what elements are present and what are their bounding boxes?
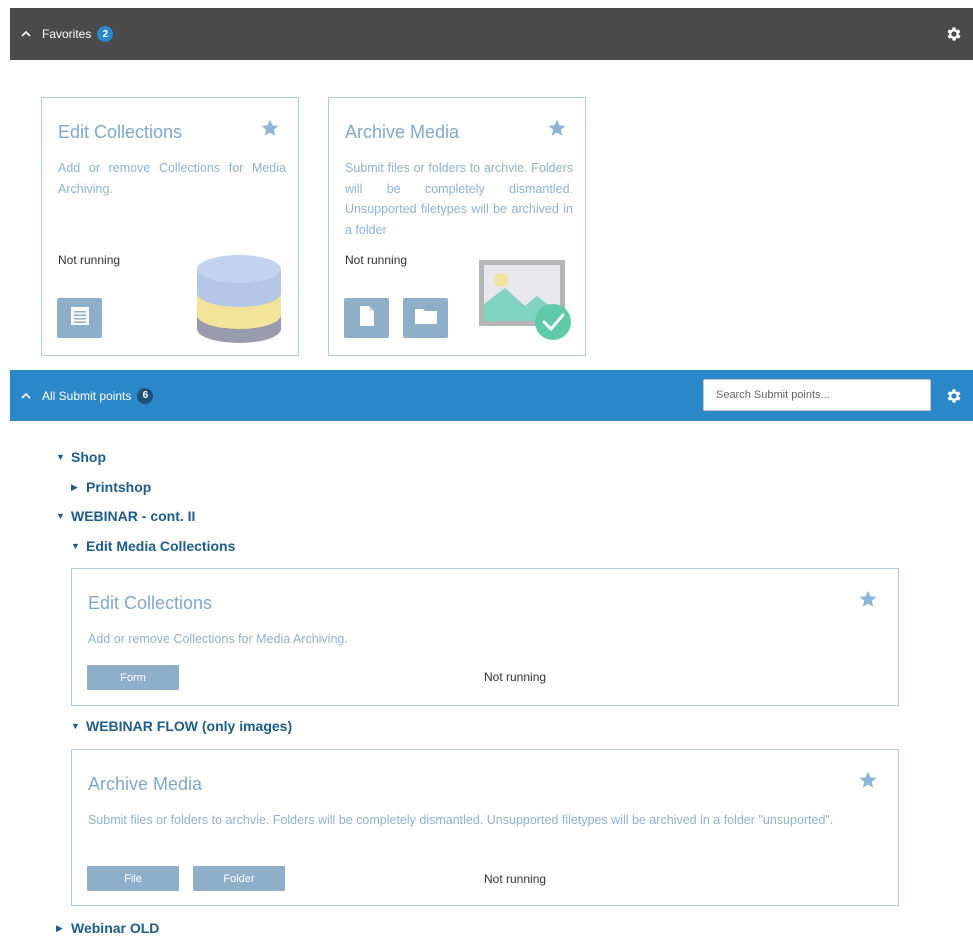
card-status: Not running bbox=[484, 670, 547, 684]
tree-node-label: WEBINAR - cont. II bbox=[71, 508, 196, 524]
gear-icon[interactable] bbox=[945, 25, 963, 43]
submit-point-card-archive-media[interactable]: Archive Media Submit files or folders to… bbox=[71, 749, 899, 906]
folder-button[interactable]: Folder bbox=[193, 866, 285, 891]
tree-node-label: WEBINAR FLOW (only images) bbox=[86, 718, 293, 734]
caret-down-icon: ▼ bbox=[71, 541, 80, 551]
favorite-card-edit-collections[interactable]: Edit Collections Add or remove Collectio… bbox=[41, 97, 299, 356]
card-title: Archive Media bbox=[345, 122, 460, 142]
tree-node-label: Webinar OLD bbox=[71, 920, 160, 936]
image-check-illustration bbox=[477, 258, 575, 347]
favorites-header[interactable]: Favorites 2 bbox=[10, 8, 973, 60]
tree-node-label: Printshop bbox=[86, 479, 152, 495]
database-illustration bbox=[195, 253, 283, 350]
all-submit-points-title: All Submit points bbox=[42, 388, 132, 403]
card-description: Add or remove Collections for Media Arch… bbox=[58, 161, 286, 196]
search-submit-points-input[interactable] bbox=[703, 379, 931, 411]
folder-button[interactable] bbox=[403, 298, 448, 338]
card-description: Add or remove Collections for Media Arch… bbox=[88, 632, 348, 646]
card-description: Submit files or folders to archvie. Fold… bbox=[88, 813, 834, 827]
caret-right-icon: ▶ bbox=[56, 922, 63, 933]
submit-points-count-badge: 6 bbox=[137, 387, 154, 404]
star-icon[interactable] bbox=[547, 118, 567, 138]
star-icon[interactable] bbox=[858, 770, 878, 790]
submit-point-card-edit-collections[interactable]: Edit Collections Add or remove Collectio… bbox=[71, 568, 899, 706]
caret-down-icon: ▼ bbox=[56, 511, 65, 521]
tree-node-label: Edit Media Collections bbox=[86, 538, 236, 554]
form-icon bbox=[69, 305, 91, 332]
tree-node-printshop[interactable]: ▶ Printshop bbox=[71, 479, 151, 495]
card-title: Archive Media bbox=[88, 774, 203, 794]
tree-node-shop[interactable]: ▼ Shop bbox=[56, 449, 106, 465]
tree-node-edit-media-collections[interactable]: ▼ Edit Media Collections bbox=[71, 538, 235, 554]
card-status: Not running bbox=[484, 872, 547, 886]
card-status: Not running bbox=[345, 253, 408, 267]
tree-node-webinar-flow[interactable]: ▼ WEBINAR FLOW (only images) bbox=[71, 718, 292, 734]
card-status: Not running bbox=[58, 253, 121, 267]
star-icon[interactable] bbox=[260, 118, 280, 138]
caret-right-icon: ▶ bbox=[71, 481, 78, 492]
favorite-card-archive-media[interactable]: Archive Media Submit files or folders to… bbox=[328, 97, 586, 356]
folder-icon bbox=[414, 306, 438, 331]
caret-down-icon: ▼ bbox=[56, 452, 65, 462]
top-strip bbox=[0, 0, 973, 8]
card-description: Submit files or folders to archvie. Fold… bbox=[345, 161, 573, 237]
star-icon[interactable] bbox=[858, 589, 878, 609]
gear-icon[interactable] bbox=[945, 387, 963, 405]
tree-node-webinar-cont[interactable]: ▼ WEBINAR - cont. II bbox=[56, 508, 195, 524]
file-button[interactable] bbox=[344, 298, 389, 338]
caret-down-icon: ▼ bbox=[71, 721, 80, 731]
chevron-up-icon[interactable] bbox=[20, 28, 32, 40]
tree-node-label: Shop bbox=[71, 449, 106, 465]
favorites-title: Favorites bbox=[42, 27, 92, 41]
file-button[interactable]: File bbox=[87, 866, 179, 891]
card-title: Edit Collections bbox=[88, 593, 213, 613]
card-title: Edit Collections bbox=[58, 122, 183, 142]
file-icon bbox=[358, 305, 376, 332]
tree-node-webinar-old[interactable]: ▶ Webinar OLD bbox=[56, 920, 159, 936]
chevron-up-icon[interactable] bbox=[20, 390, 32, 402]
all-submit-points-header[interactable]: All Submit points 6 bbox=[10, 370, 973, 421]
form-button[interactable]: Form bbox=[87, 665, 179, 690]
form-button[interactable] bbox=[57, 298, 102, 338]
favorites-count-badge: 2 bbox=[97, 26, 114, 42]
